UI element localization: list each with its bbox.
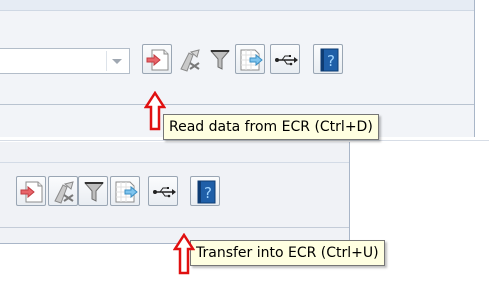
transfer-button[interactable]	[110, 176, 140, 206]
usb-button[interactable]	[270, 44, 300, 74]
help-button[interactable]: ?	[313, 44, 343, 74]
help-button[interactable]: ?	[190, 176, 220, 206]
read-data-icon	[146, 49, 169, 71]
combo-box[interactable]	[0, 48, 130, 74]
svg-text:?: ?	[204, 184, 212, 202]
help-icon: ?	[320, 48, 339, 72]
filter-icon	[209, 50, 231, 70]
divider	[0, 140, 489, 141]
clear-data-button[interactable]	[174, 44, 204, 74]
filter-icon	[83, 182, 105, 202]
tooltip-transfer: Transfer into ECR (Ctrl+U)	[190, 240, 385, 266]
usb-button[interactable]	[148, 176, 178, 206]
tooltip-read-data-text: Read data from ECR (Ctrl+D)	[169, 119, 373, 135]
read-data-button[interactable]	[142, 44, 172, 74]
help-icon: ?	[197, 180, 216, 204]
filter-button[interactable]	[78, 176, 108, 206]
transfer-button[interactable]	[235, 44, 265, 74]
clear-data-button[interactable]	[48, 176, 78, 206]
toolbar-panel-bottom: ?	[0, 142, 350, 244]
tooltip-read-data: Read data from ECR (Ctrl+D)	[163, 114, 379, 140]
clear-data-icon	[54, 181, 74, 204]
transfer-icon	[240, 49, 263, 71]
tooltip-transfer-text: Transfer into ECR (Ctrl+U)	[196, 245, 379, 261]
filter-button[interactable]	[204, 44, 234, 74]
annotation-arrow-up-icon	[144, 91, 166, 131]
clear-data-icon	[180, 49, 200, 72]
annotation-arrow-up-icon	[173, 233, 195, 275]
read-data-button[interactable]	[16, 176, 46, 206]
chevron-down-icon[interactable]	[106, 51, 127, 71]
read-data-icon	[20, 181, 43, 203]
svg-text:?: ?	[327, 52, 335, 70]
usb-icon	[275, 55, 298, 66]
usb-icon	[153, 187, 176, 198]
transfer-icon	[115, 181, 138, 203]
